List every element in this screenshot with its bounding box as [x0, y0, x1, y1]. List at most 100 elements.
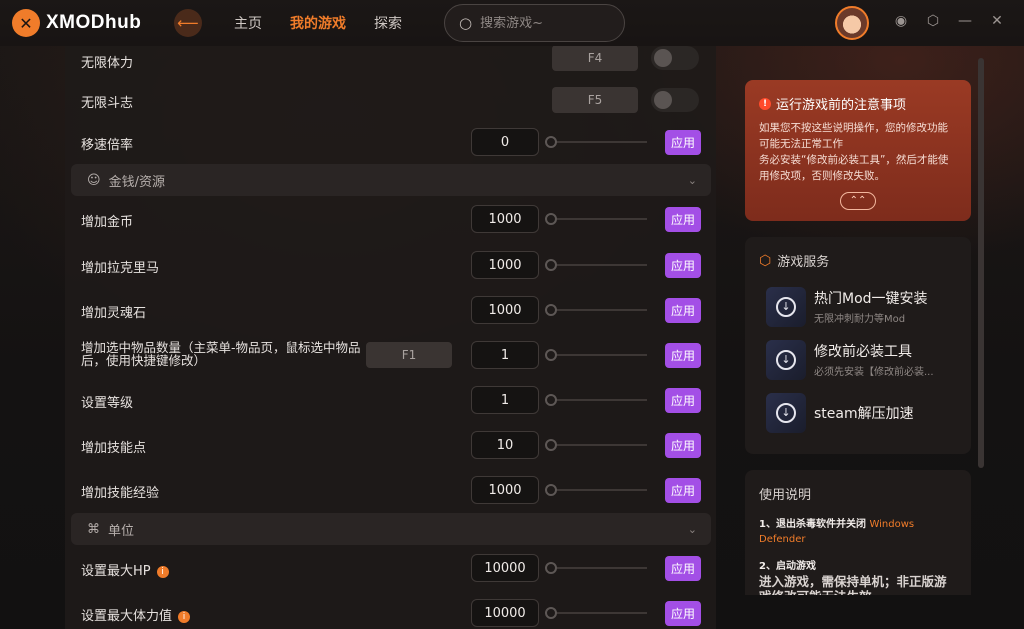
unit-icon: ⌘: [87, 521, 100, 537]
nav-item-home[interactable]: 主页: [234, 13, 262, 33]
value-slider[interactable]: [545, 213, 647, 225]
value-slider[interactable]: [545, 607, 647, 619]
apply-button[interactable]: 应用: [665, 253, 701, 278]
service-item-mod-install[interactable]: ↓ 热门Mod一键安装 无限冲刺耐力等Mod: [766, 287, 966, 327]
hotkey-button[interactable]: F5: [552, 87, 638, 113]
usage-title: 使用说明: [759, 488, 812, 503]
coin-icon: ☺: [87, 172, 101, 188]
section-header-money[interactable]: ☺ 金钱/资源 ⌄: [71, 164, 711, 196]
apply-button[interactable]: 应用: [665, 207, 701, 232]
scrollbar[interactable]: [978, 58, 984, 468]
cheat-label: 增加技能经验: [81, 486, 160, 501]
section-title: 金钱/资源: [108, 174, 165, 190]
notice-line: 务必安装“修改前必装工具”，然后才能使用修改项，否则修改失败。: [759, 154, 949, 182]
collapse-chevron-icon[interactable]: ⌃⌃: [840, 192, 876, 210]
apply-button[interactable]: 应用: [665, 601, 701, 626]
chevron-down-icon: ⌄: [687, 173, 697, 187]
avatar[interactable]: [835, 6, 869, 40]
hotkey-button[interactable]: F1: [366, 342, 452, 368]
info-icon[interactable]: i: [156, 566, 169, 578]
logo-icon: ✕: [12, 9, 40, 37]
logo[interactable]: ✕ XMODhub: [12, 9, 141, 37]
value-input[interactable]: 1000: [471, 251, 539, 279]
search-input[interactable]: [480, 15, 611, 31]
section-title: 单位: [108, 523, 135, 539]
minimize-icon[interactable]: —: [956, 13, 974, 29]
cheat-row: 增加技能点 10 应用: [65, 425, 716, 465]
value-input[interactable]: 10000: [471, 554, 539, 582]
apply-button[interactable]: 应用: [665, 433, 701, 458]
usage-step-2: 2、启动游戏 进入游戏，需保持单机；非正版游戏修改可能无法生效: [759, 559, 957, 595]
cheat-label: 增加选中物品数量（主菜单-物品页，鼠标选中物品后，使用快捷键修改）: [81, 340, 361, 368]
value-slider[interactable]: [545, 259, 647, 271]
section-header-unit[interactable]: ⌘ 单位 ⌄: [71, 513, 711, 545]
download-icon: ↓: [776, 297, 796, 317]
apply-button[interactable]: 应用: [665, 388, 701, 413]
value-slider[interactable]: [545, 349, 647, 361]
game-services-card: ⬡ 游戏服务 ↓ 热门Mod一键安装 无限冲刺耐力等Mod ↓ 修改前必装工具 …: [745, 237, 971, 454]
service-item-steam-unpack[interactable]: ↓ steam解压加速: [766, 393, 966, 433]
notice-line: 如果您不按这些说明操作，您的修改功能可能无法正常工作: [759, 122, 948, 150]
value-input[interactable]: 1000: [471, 476, 539, 504]
toggle-switch[interactable]: [651, 88, 699, 112]
apply-button[interactable]: 应用: [665, 298, 701, 323]
step-desc: 进入游戏，需保持单机；非正版游戏修改可能无法生效: [759, 574, 947, 595]
value-slider[interactable]: [545, 394, 647, 406]
cheat-row: 增加拉克里马 1000 应用: [65, 245, 716, 285]
download-icon: ↓: [776, 403, 796, 423]
cheat-row: 设置最大HP i 10000 应用: [65, 548, 716, 588]
cheat-label: 移速倍率: [81, 138, 134, 153]
cheat-row: 增加选中物品数量（主菜单-物品页，鼠标选中物品后，使用快捷键修改） F1 1 应…: [65, 335, 716, 375]
cheat-panel: 无限体力 F4 无限斗志 F5 移速倍率 0 应用 ☺ 金钱/资源 ⌄ 增加金币…: [65, 46, 716, 629]
nav-item-explore[interactable]: 探索: [374, 13, 402, 33]
cheat-row: 设置等级 1 应用: [65, 380, 716, 420]
value-input[interactable]: 1000: [471, 296, 539, 324]
usage-step-1: 1、退出杀毒软件并关闭 Windows Defender: [759, 517, 957, 547]
cheat-label: 增加灵魂石: [81, 306, 147, 321]
value-input[interactable]: 10: [471, 431, 539, 459]
service-item-required-tool[interactable]: ↓ 修改前必装工具 必须先安装【修改前必装...: [766, 340, 966, 380]
ghost-icon[interactable]: ◉: [892, 13, 910, 29]
apply-button[interactable]: 应用: [665, 130, 701, 155]
value-slider[interactable]: [545, 136, 647, 148]
info-icon[interactable]: i: [178, 611, 191, 623]
box-icon: ⬡: [759, 252, 772, 269]
value-input[interactable]: 10000: [471, 599, 539, 627]
value-input[interactable]: 1: [471, 341, 539, 369]
value-input[interactable]: 1000: [471, 205, 539, 233]
search-box[interactable]: ○: [444, 4, 625, 42]
notice-title: ! 运行游戏前的注意事项: [759, 94, 957, 113]
chevron-down-icon: ⌄: [687, 522, 697, 536]
service-name: 修改前必装工具: [814, 344, 912, 360]
step-text: 1、退出杀毒软件并关闭: [759, 519, 866, 530]
apply-button[interactable]: 应用: [665, 556, 701, 581]
apply-button[interactable]: 应用: [665, 343, 701, 368]
value-slider[interactable]: [545, 562, 647, 574]
download-icon: ↓: [776, 350, 796, 370]
notice-title-text: 运行游戏前的注意事项: [776, 98, 907, 113]
toggle-switch[interactable]: [651, 46, 699, 70]
cheat-label: 增加金币: [81, 215, 134, 230]
service-name: 热门Mod一键安装: [814, 291, 928, 307]
value-input[interactable]: 0: [471, 128, 539, 156]
hotkey-button[interactable]: F4: [552, 46, 638, 71]
cheat-label: 设置最大体力值 i: [81, 605, 191, 624]
cheat-label: 设置最大HP i: [81, 560, 169, 579]
cheat-row: 增加金币 1000 应用: [65, 199, 716, 239]
value-slider[interactable]: [545, 304, 647, 316]
nav-item-my-games[interactable]: 我的游戏: [290, 13, 346, 33]
service-thumbnail: ↓: [766, 340, 806, 380]
close-icon[interactable]: ✕: [988, 13, 1006, 29]
value-slider[interactable]: [545, 484, 647, 496]
apply-button[interactable]: 应用: [665, 478, 701, 503]
value-input[interactable]: 1: [471, 386, 539, 414]
cheat-label: 设置等级: [81, 396, 134, 411]
value-slider[interactable]: [545, 439, 647, 451]
back-arrow-icon[interactable]: ⟵: [174, 9, 202, 37]
cheat-row: 增加灵魂石 1000 应用: [65, 290, 716, 330]
settings-icon[interactable]: ⬡: [924, 13, 942, 29]
window-controls: ◉ ⬡ — ✕: [892, 13, 1006, 29]
service-subtitle: 无限冲刺耐力等Mod: [814, 314, 906, 325]
cheat-row: 增加技能经验 1000 应用: [65, 470, 716, 510]
cheat-row: 无限体力 F4: [65, 46, 716, 82]
